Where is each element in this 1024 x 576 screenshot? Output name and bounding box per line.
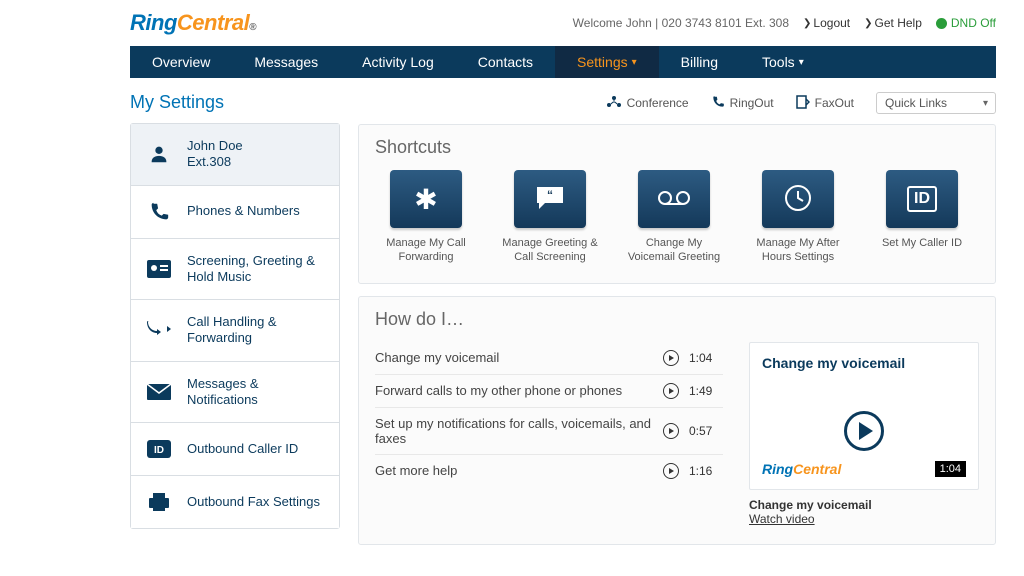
watch-video-link[interactable]: Watch video [749,512,979,526]
id-icon: ID [145,437,173,461]
conference-icon [606,95,622,112]
ringout-link[interactable]: RingOut [711,95,774,112]
sidebar-item-label: Outbound Fax Settings [187,494,325,510]
profile-name: John Doe [187,138,243,153]
speech-icon: “ [535,185,565,214]
sidebar-item-caller-id[interactable]: ID Outbound Caller ID [131,423,339,476]
clock-icon [783,183,813,216]
play-icon [663,350,679,366]
sidebar-item-screening[interactable]: Screening, Greeting & Hold Music [131,239,339,301]
howdo-row[interactable]: Set up my notifications for calls, voice… [375,407,723,454]
chevron-right-icon: ❯ [803,18,811,29]
sidebar-item-label: Call Handling & Forwarding [187,314,325,347]
ringout-icon [711,95,725,112]
asterisk-icon: ✱ [414,183,437,216]
nav-activity-log[interactable]: Activity Log [340,46,456,78]
id-icon: ID [907,186,937,212]
svg-text:“: “ [547,188,553,202]
faxout-link[interactable]: FaxOut [796,95,854,112]
video-duration: 1:04 [935,461,966,477]
chevron-down-icon: ▾ [983,98,988,109]
chevron-down-icon: ▾ [632,57,637,68]
nav-contacts[interactable]: Contacts [456,46,555,78]
brand-logo-small: RingCentral [762,461,841,477]
envelope-icon [145,380,173,404]
svg-text:ID: ID [154,445,164,456]
sidebar-item-call-handling[interactable]: Call Handling & Forwarding [131,300,339,362]
howdoi-panel: How do I… Change my voicemail 1:04 Forwa… [358,296,996,545]
chevron-right-icon: ❯ [864,18,872,29]
fax-icon [145,490,173,514]
tile-after-hours[interactable]: Manage My After Hours Settings [747,170,849,265]
chevron-down-icon: ▾ [799,57,804,68]
sidebar-item-profile[interactable]: John DoeExt.308 [131,124,339,186]
play-button-icon [844,411,884,451]
tile-greeting[interactable]: “ Manage Greeting & Call Screening [499,170,601,265]
sidebar-item-label: Messages & Notifications [187,376,325,409]
play-icon [663,423,679,439]
nav-overview[interactable]: Overview [130,46,232,78]
sidebar-item-messages[interactable]: Messages & Notifications [131,362,339,424]
page-title: My Settings [130,92,340,113]
howdo-row[interactable]: Change my voicemail 1:04 [375,342,723,374]
sidebar-item-label: Phones & Numbers [187,203,325,219]
dnd-status[interactable]: DND Off [936,16,996,30]
play-icon [663,463,679,479]
welcome-text: Welcome John | 020 3743 8101 Ext. 308 [573,16,789,30]
id-badge-icon [145,257,173,281]
shortcuts-panel: Shortcuts ✱ Manage My Call Forwarding “ … [358,124,996,284]
main-nav: Overview Messages Activity Log Contacts … [130,46,996,78]
nav-messages[interactable]: Messages [232,46,340,78]
sidebar-item-phones[interactable]: Phones & Numbers [131,186,339,239]
howdoi-title: How do I… [375,309,979,330]
sidebar-item-label: Screening, Greeting & Hold Music [187,253,325,286]
nav-tools[interactable]: Tools▾ [740,46,826,78]
sidebar-item-label: Outbound Caller ID [187,441,325,457]
user-icon [145,142,173,166]
settings-sidebar: John DoeExt.308 Phones & Numbers Screeni… [130,123,340,529]
quick-links-select[interactable]: Quick Links ▾ [876,92,996,114]
tile-caller-id[interactable]: ID Set My Caller ID [871,170,973,265]
howdo-row[interactable]: Get more help 1:16 [375,454,723,487]
profile-ext: Ext.308 [187,154,325,170]
presence-dot-icon [936,18,947,29]
faxout-icon [796,95,810,112]
brand-logo: RingCentral® [130,10,256,36]
voicemail-icon [657,188,691,211]
nav-settings[interactable]: Settings▾ [555,46,659,78]
video-caption-title: Change my voicemail [749,498,872,512]
tile-voicemail[interactable]: Change My Voicemail Greeting [623,170,725,265]
sidebar-item-fax[interactable]: Outbound Fax Settings [131,476,339,528]
video-preview[interactable]: Change my voicemail RingCentral 1:04 [749,342,979,490]
get-help-link[interactable]: ❯Get Help [864,16,922,30]
play-icon [663,383,679,399]
call-forward-icon [145,318,173,342]
conference-link[interactable]: Conference [606,95,689,112]
phone-icon [145,200,173,224]
nav-billing[interactable]: Billing [659,46,740,78]
logout-link[interactable]: ❯Logout [803,16,850,30]
tile-call-forwarding[interactable]: ✱ Manage My Call Forwarding [375,170,477,265]
howdo-row[interactable]: Forward calls to my other phone or phone… [375,374,723,407]
shortcuts-title: Shortcuts [375,137,979,158]
